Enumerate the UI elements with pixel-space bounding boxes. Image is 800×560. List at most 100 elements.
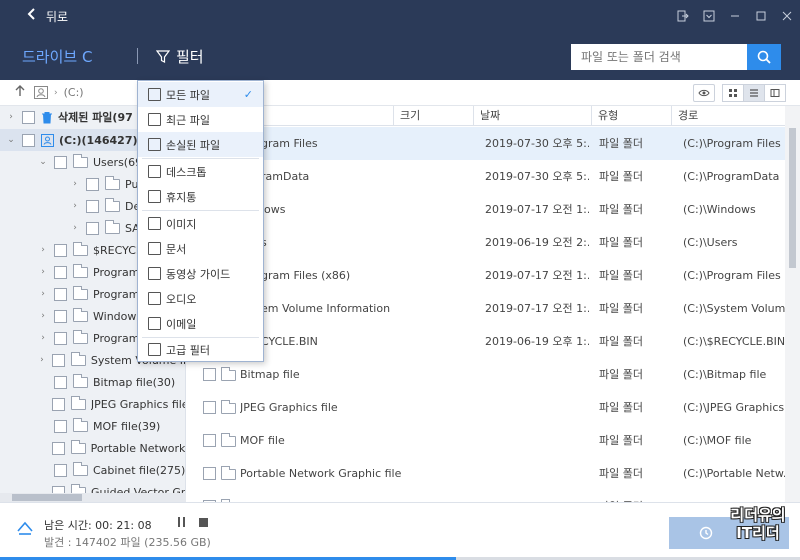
tree-label: Cabinet file(275) — [93, 463, 186, 477]
scan-icon — [17, 521, 33, 535]
table-row[interactable]: MOF file 파일 폴더 (C:)\MOF file — [193, 424, 785, 457]
chevron-left-icon[interactable] — [18, 8, 46, 24]
chevron-right-icon[interactable]: › — [38, 355, 46, 365]
filter-button[interactable]: 필터 — [156, 46, 204, 67]
tree-item-jpeg[interactable]: JPEG Graphics file(38) — [0, 393, 185, 415]
tree-checkbox[interactable] — [22, 133, 35, 147]
tree-item-bitmap[interactable]: Bitmap file(30) — [0, 371, 185, 393]
filter-menu-item-desktop[interactable]: 데스크톱 — [138, 159, 263, 184]
chevron-right-icon[interactable]: › — [38, 245, 48, 255]
cell-name: s — [261, 226, 391, 259]
cell-name: em Volume Information — [261, 302, 391, 315]
row-checkbox[interactable] — [203, 368, 216, 381]
tree-checkbox[interactable] — [51, 353, 65, 367]
cell-type: 파일 폴더 — [599, 490, 669, 502]
grid-icon — [729, 89, 737, 97]
table-vertical-scrollbar[interactable] — [785, 106, 800, 502]
grid-view-button[interactable] — [722, 84, 744, 102]
table-row[interactable]: gram Files (x86) 2019-07-17 오전 1:... 파일 … — [193, 259, 785, 292]
back-label[interactable]: 뒤로 — [46, 8, 68, 25]
search-button[interactable] — [747, 44, 781, 70]
login-icon[interactable] — [670, 0, 696, 32]
filter-menu-item-images[interactable]: 이미지 — [138, 211, 263, 236]
table-row[interactable]: s 2019-06-19 오전 2:... 파일 폴더 (C:)\Users — [193, 226, 785, 259]
tree-checkbox[interactable] — [54, 155, 67, 169]
drive-label[interactable]: 드라이브 C — [22, 46, 92, 67]
table-row[interactable]: Portable Network Graphic file 파일 폴더 (C:)… — [193, 457, 785, 490]
minimize-icon[interactable] — [722, 0, 748, 32]
table-row[interactable]: Bitmap file 파일 폴더 (C:)\Bitmap file — [193, 358, 785, 391]
tree-checkbox[interactable] — [22, 110, 35, 124]
chevron-down-icon[interactable]: ⌄ — [6, 135, 16, 145]
filter-menu-item-all-files[interactable]: 모든 파일 ✓ — [138, 82, 263, 107]
table-row[interactable]: Cabinet file 파일 폴더 (C:)\Cabinet file — [193, 490, 785, 502]
filter-menu-item-audio[interactable]: 오디오 — [138, 286, 263, 311]
filter-menu-item-lost-files[interactable]: 손실된 파일 — [138, 132, 263, 157]
tree-checkbox[interactable] — [51, 441, 65, 455]
table-row[interactable]: em Volume Information 2019-07-17 오전 1:..… — [193, 292, 785, 325]
detail-view-button[interactable] — [764, 84, 786, 102]
table-row[interactable]: JPEG Graphics file 파일 폴더 (C:)\JPEG Graph… — [193, 391, 785, 424]
chevron-right-icon[interactable]: › — [38, 333, 48, 343]
search-input[interactable] — [571, 44, 747, 70]
chevron-right-icon[interactable]: › — [70, 223, 80, 233]
column-header-path[interactable]: 경로 — [671, 106, 785, 126]
close-icon[interactable] — [774, 0, 800, 32]
chevron-right-icon[interactable]: › — [70, 201, 80, 211]
folder-icon — [73, 285, 88, 300]
tree-checkbox[interactable] — [54, 243, 67, 257]
tree-checkbox[interactable] — [86, 221, 99, 235]
table-row[interactable]: ramData 2019-07-30 오후 5:... 파일 폴더 (C:)\P… — [193, 160, 785, 193]
tree-checkbox[interactable] — [54, 265, 67, 279]
chevron-right-icon[interactable]: › — [6, 112, 16, 122]
arrow-up-icon[interactable] — [14, 84, 26, 101]
row-checkbox[interactable] — [203, 467, 216, 480]
header-divider — [137, 48, 138, 64]
column-header-size[interactable]: 크기 — [393, 106, 473, 126]
tree-checkbox[interactable] — [51, 397, 65, 411]
table-row[interactable]: gram Files 2019-07-30 오후 5:... 파일 폴더 (C:… — [193, 127, 785, 160]
tree-checkbox[interactable] — [54, 331, 67, 345]
column-header-type[interactable]: 유형 — [591, 106, 671, 126]
chevron-right-icon[interactable]: › — [70, 179, 80, 189]
tree-checkbox[interactable] — [54, 375, 67, 389]
maximize-icon[interactable] — [748, 0, 774, 32]
chevron-right-icon: › — [54, 87, 58, 98]
chevron-right-icon[interactable]: › — [38, 267, 48, 277]
sidebar-horizontal-scrollbar[interactable] — [0, 493, 186, 502]
filter-menu-item-email[interactable]: 이메일 — [138, 311, 263, 336]
cell-path: (C:)\MOF file — [683, 434, 752, 447]
tree-checkbox[interactable] — [54, 419, 67, 433]
stop-button[interactable] — [199, 518, 208, 527]
chevron-down-icon[interactable]: ⌄ — [38, 157, 48, 167]
chevron-right-icon[interactable]: › — [38, 311, 48, 321]
preview-eye-button[interactable] — [693, 84, 715, 102]
filter-menu-item-recent-files[interactable]: 최근 파일 — [138, 107, 263, 132]
audio-icon — [148, 292, 161, 305]
pause-button[interactable] — [178, 517, 188, 528]
cell-type: 파일 폴더 — [599, 401, 643, 414]
tree-item-png[interactable]: Portable Network Grap — [0, 437, 185, 459]
scrollbar-thumb[interactable] — [12, 494, 82, 501]
filter-menu-item-video[interactable]: 동영상 가이드 — [138, 261, 263, 286]
row-checkbox[interactable] — [203, 401, 216, 414]
table-row[interactable]: lows 2019-07-17 오전 1:... 파일 폴더 (C:)\Wind… — [193, 193, 785, 226]
folder-icon — [221, 400, 236, 414]
tree-checkbox[interactable] — [86, 199, 99, 213]
tree-checkbox[interactable] — [54, 309, 67, 323]
tree-checkbox[interactable] — [86, 177, 99, 191]
menu-dropdown-icon[interactable] — [696, 0, 722, 32]
tree-checkbox[interactable] — [54, 287, 67, 301]
filter-menu-item-trash[interactable]: 휴지통 — [138, 184, 263, 209]
filter-menu-item-documents[interactable]: 문서 — [138, 236, 263, 261]
row-checkbox[interactable] — [203, 434, 216, 447]
tree-item-cabinet[interactable]: Cabinet file(275) — [0, 459, 186, 481]
scrollbar-thumb[interactable] — [789, 128, 796, 268]
list-view-button[interactable] — [743, 84, 765, 102]
tree-item-mof[interactable]: MOF file(39) — [0, 415, 185, 437]
column-header-date[interactable]: 날짜 — [473, 106, 591, 126]
filter-menu-item-advanced-filter[interactable]: 고급 필터 — [138, 337, 263, 362]
chevron-right-icon[interactable]: › — [38, 289, 48, 299]
tree-checkbox[interactable] — [54, 463, 67, 477]
table-row[interactable]: CYCLE.BIN 2019-06-19 오후 1:... 파일 폴더 (C:)… — [193, 325, 785, 358]
